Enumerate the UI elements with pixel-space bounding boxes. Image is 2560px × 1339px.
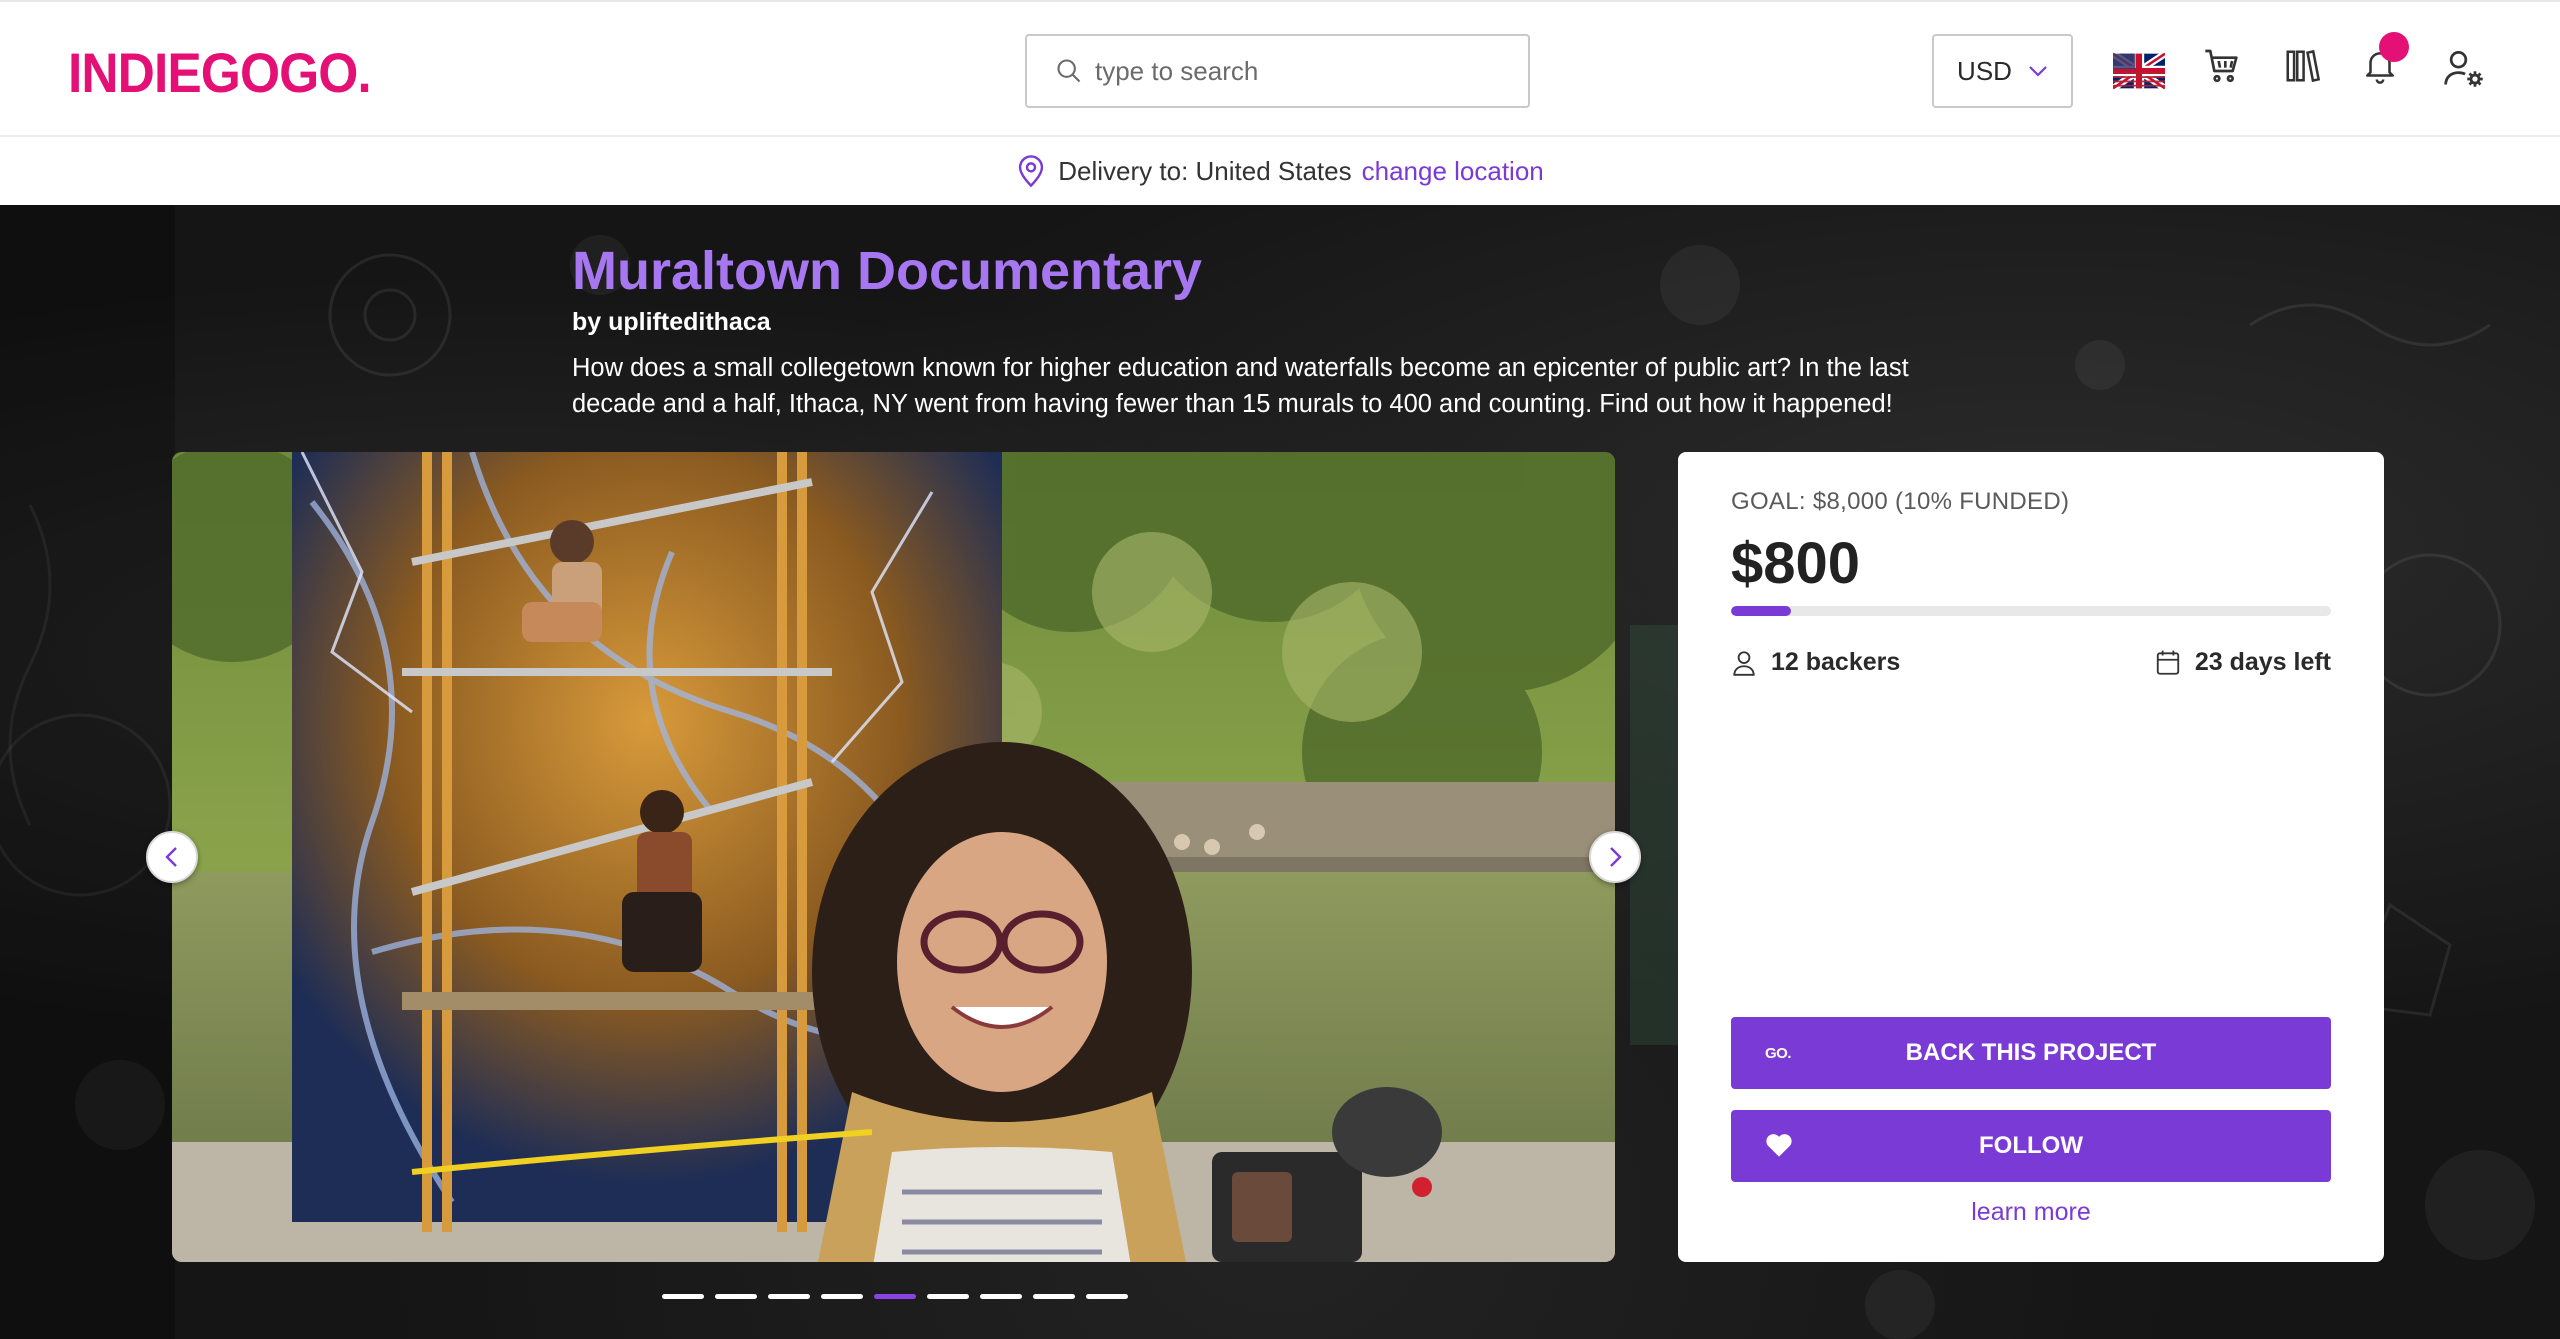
go-badge: GO. [1765,1044,1792,1062]
delivery-bar: Delivery to: United States change locati… [0,137,2560,205]
cart-icon[interactable] [2200,44,2244,88]
amount-raised: $800 [1731,531,1861,596]
location-pin-icon [1019,155,1044,188]
notification-badge [2379,32,2409,62]
heart-icon [1766,1134,1792,1157]
days-left-stat: 23 days left [2155,648,2331,677]
campaign-blurb: How does a small collegetown known for h… [572,354,1909,418]
gallery-next-button[interactable] [1589,831,1641,883]
campaign-byline[interactable]: by upliftedithaca [572,308,771,337]
account-settings-icon[interactable] [2440,44,2488,92]
gallery-dot[interactable] [821,1294,863,1299]
backers-count: 12 backers [1771,648,1901,676]
currency-selector[interactable]: USD [1932,34,2073,108]
currency-value: USD [1957,55,2012,86]
campaign-title: Muraltown Documentary [572,241,1203,301]
funding-progress-fill [1731,606,1791,616]
campaign-media-image[interactable] [172,452,1615,1262]
calendar-icon [2156,650,2179,675]
gallery-dot[interactable] [1033,1294,1075,1299]
days-left: 23 days left [2194,648,2331,676]
goal-text: GOAL: $8,000 (10% FUNDED) [1731,488,2070,515]
library-icon[interactable] [2280,44,2324,88]
gallery-dot[interactable] [874,1294,916,1299]
gallery-dot[interactable] [927,1294,969,1299]
search-icon [1057,59,1081,83]
gallery-pagination [662,1294,1128,1299]
learn-more-link[interactable]: learn more [1678,1198,2384,1227]
funding-card: GOAL: $8,000 (10% FUNDED) $800 12 backer… [1678,452,2384,1262]
campaign-hero: Muraltown Documentary by upliftedithaca … [0,205,2560,1339]
chevron-left-icon [165,847,177,867]
backers-stat: 12 backers [1731,648,1900,677]
gallery-dot[interactable] [662,1294,704,1299]
gallery-dot[interactable] [1086,1294,1128,1299]
chevron-down-icon [2029,66,2047,77]
search-input[interactable] [1095,55,1515,87]
change-location-link[interactable]: change location [1362,156,1544,187]
indiegogo-logo[interactable]: INDIEGOGO. [68,40,372,105]
uk-flag-icon[interactable] [2113,52,2165,90]
gallery-prev-button[interactable] [146,831,198,883]
gallery-dot[interactable] [715,1294,757,1299]
person-icon [1733,650,1755,676]
follow-button-label: FOLLOW [1979,1132,2083,1159]
logo-text: INDIEGOGO [68,41,358,104]
logo-dot: . [357,41,371,104]
top-header: INDIEGOGO. USD [0,0,2560,137]
mural-photo-illustration [172,452,1615,1262]
funding-progress-bar [1731,606,2331,616]
gallery-dot[interactable] [980,1294,1022,1299]
delivery-label: Delivery to: United States [1058,155,1352,186]
back-button-label: BACK THIS PROJECT [1905,1039,2157,1066]
follow-button[interactable]: FOLLOW [1731,1110,2331,1182]
chevron-right-icon [1610,847,1622,867]
back-this-project-button[interactable]: GO. BACK THIS PROJECT [1731,1017,2331,1089]
search-box[interactable] [1025,34,1530,108]
gallery-dot[interactable] [768,1294,810,1299]
